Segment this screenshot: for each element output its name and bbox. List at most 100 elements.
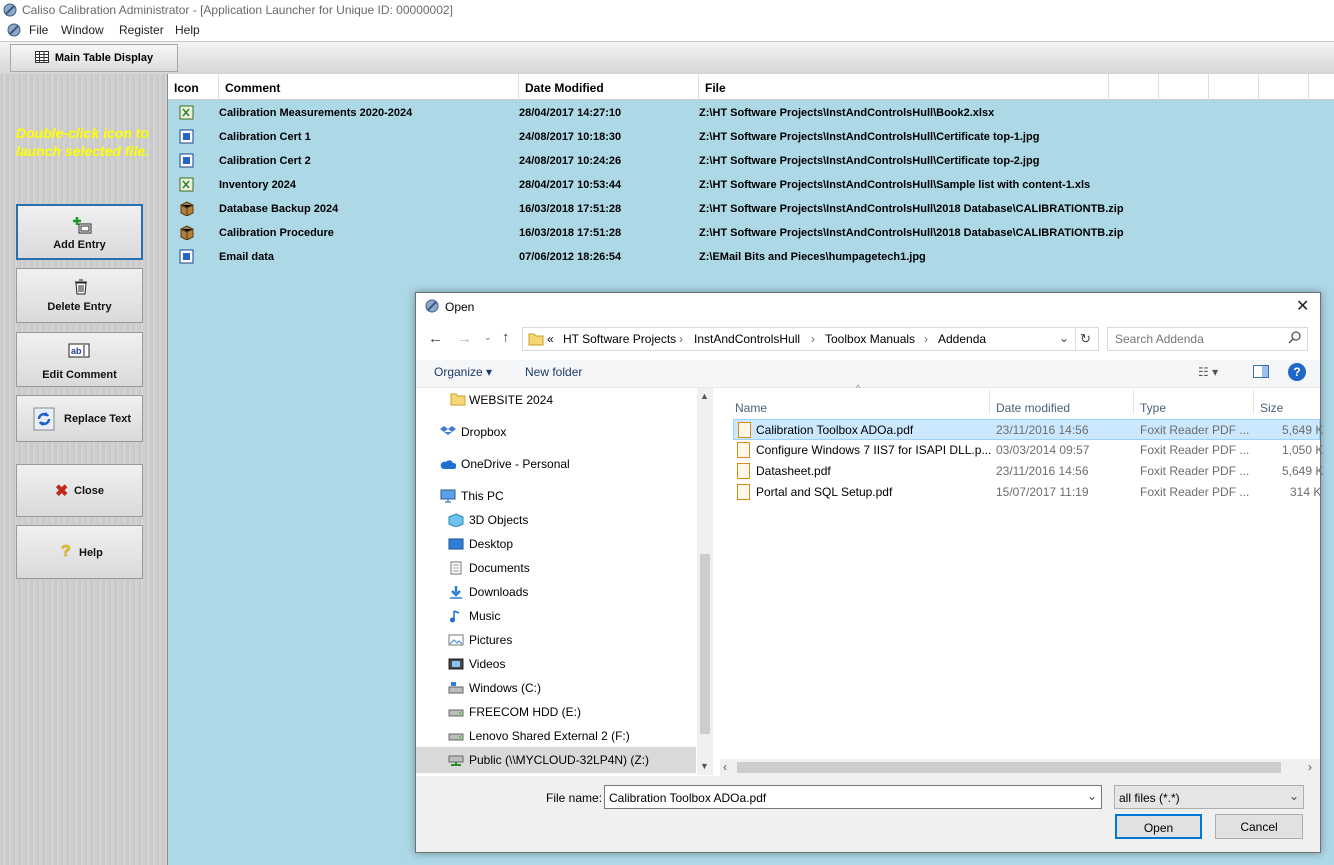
table-row[interactable]: Database Backup 2024 16/03/2018 17:51:28… [168,197,1334,221]
row-date: 28/04/2017 14:27:10 [519,107,622,119]
header-file[interactable]: File [699,74,1109,100]
scroll-down-icon[interactable]: ▼ [700,761,709,771]
row-file: Z:\HT Software Projects\InstAndControlsH… [699,107,995,119]
add-entry-icon [73,216,93,239]
main-table-display-button[interactable]: Main Table Display [10,44,178,72]
close-button[interactable]: ✖ Close [16,464,143,517]
nav-item-public-z[interactable]: Public (\\MYCLOUD-32LP4N) (Z:) [469,753,649,767]
breadcrumb-addenda[interactable]: Addenda [938,332,986,346]
file-row[interactable]: Portal and SQL Setup.pdf 15/07/2017 11:1… [733,482,1321,503]
main-table-display-label: Main Table Display [54,52,154,64]
file-row[interactable]: Calibration Toolbox ADOa.pdf 23/11/2016 … [733,419,1324,440]
drive-icon [448,705,464,719]
search-icon[interactable] [1288,331,1301,348]
app-title-bar: Caliso Calibration Administrator - [Appl… [0,0,1334,20]
header-extra-1 [1109,74,1159,100]
table-row[interactable]: Inventory 2024 28/04/2017 10:53:44 Z:\HT… [168,173,1334,197]
dialog-close-icon[interactable]: ✕ [1296,296,1309,316]
breadcrumb-ht-software-projects[interactable]: HT Software Projects [563,332,676,346]
delete-entry-label: Delete Entry [47,301,112,313]
menu-window[interactable]: Window [61,23,104,37]
filter-dropdown-icon[interactable]: ⌄ [1289,789,1299,803]
table-row[interactable]: Calibration Cert 1 24/08/2017 10:18:30 Z… [168,125,1334,149]
nav-scrollbar-thumb[interactable] [700,554,710,734]
refresh-icon[interactable]: ↻ [1080,331,1091,347]
table-row[interactable]: Email data 07/06/2012 18:26:54 Z:\EMail … [168,245,1334,269]
file-name-dropdown-icon[interactable]: ⌄ [1087,789,1097,803]
column-name[interactable]: Name [735,401,767,415]
scroll-left-icon[interactable]: ‹ [723,760,727,774]
forward-arrow-icon[interactable]: → [457,330,472,347]
file-date: 15/07/2017 11:19 [996,485,1089,499]
breadcrumb-toolbox-manuals[interactable]: Toolbox Manuals [825,332,915,346]
menu-file[interactable]: File [29,23,48,37]
nav-item-onedrive[interactable]: OneDrive - Personal [461,457,570,471]
organize-button[interactable]: Organize ▾ [434,365,492,379]
network-drive-icon [448,753,464,767]
nav-item-dropbox[interactable]: Dropbox [461,425,506,439]
up-arrow-icon[interactable]: ↑ [502,329,510,346]
file-size: 5,649 K [1282,423,1324,437]
help-icon[interactable]: ? [1288,363,1306,381]
address-bar[interactable]: « HT Software Projects › InstAndControls… [522,327,1099,351]
back-arrow-icon[interactable]: ← [428,330,443,347]
new-folder-button[interactable]: New folder [525,365,582,379]
nav-item-documents[interactable]: Documents [469,561,530,575]
search-placeholder: Search Addenda [1115,332,1204,346]
header-extra-4 [1259,74,1309,100]
search-input[interactable]: Search Addenda [1107,327,1308,351]
menu-help[interactable]: Help [175,23,200,37]
delete-entry-button[interactable]: Delete Entry [16,268,143,323]
nav-item-lenovo-shared[interactable]: Lenovo Shared External 2 (F:) [469,729,630,743]
table-row[interactable]: Calibration Measurements 2020-2024 28/04… [168,101,1334,125]
nav-item-3d-objects[interactable]: 3D Objects [469,513,528,527]
preview-pane-icon[interactable] [1253,365,1269,382]
scroll-up-icon[interactable]: ▲ [700,391,709,401]
recent-locations-chevron-icon[interactable]: ⌄ [484,332,492,343]
breadcrumb-overflow[interactable]: « [547,332,554,346]
file-name: Configure Windows 7 IIS7 for ISAPI DLL.p… [756,443,992,457]
desktop-icon [448,537,464,551]
add-entry-button[interactable]: Add Entry [16,204,143,260]
help-button[interactable]: ? Help [16,525,143,579]
view-options-icon[interactable]: ☷ ▾ [1198,365,1218,379]
pdf-file-icon [737,484,750,500]
menu-register[interactable]: Register [119,23,164,37]
open-button[interactable]: Open [1115,814,1202,839]
file-row[interactable]: Datasheet.pdf 23/11/2016 14:56 Foxit Rea… [733,461,1323,482]
header-date-modified[interactable]: Date Modified [519,74,699,100]
pictures-icon [448,633,464,647]
file-type: Foxit Reader PDF ... [1140,443,1250,457]
table-row[interactable]: Calibration Procedure 16/03/2018 17:51:2… [168,221,1334,245]
nav-item-downloads[interactable]: Downloads [469,585,528,599]
file-type: Foxit Reader PDF ... [1140,464,1250,478]
nav-item-this-pc[interactable]: This PC [461,489,504,503]
nav-item-windows-c[interactable]: Windows (C:) [469,681,541,695]
file-type-filter[interactable]: all files (*.*) ⌄ [1114,785,1304,809]
nav-item-videos[interactable]: Videos [469,657,505,671]
nav-item-pictures[interactable]: Pictures [469,633,512,647]
hscrollbar-thumb[interactable] [737,762,1281,773]
column-type[interactable]: Type [1140,401,1166,415]
cancel-button[interactable]: Cancel [1215,814,1303,839]
file-row[interactable]: Configure Windows 7 IIS7 for ISAPI DLL.p… [733,440,1323,461]
nav-item-website-2024[interactable]: WEBSITE 2024 [469,393,553,407]
header-icon[interactable]: Icon [168,74,219,100]
edit-comment-button[interactable]: ab Edit Comment [16,332,143,387]
file-name-value: Calibration Toolbox ADOa.pdf [609,791,767,805]
window-menu-icon[interactable] [6,22,22,38]
scroll-right-icon[interactable]: › [1308,760,1312,774]
file-name-input[interactable]: Calibration Toolbox ADOa.pdf ⌄ [604,785,1102,809]
nav-item-desktop[interactable]: Desktop [469,537,513,551]
header-comment[interactable]: Comment [219,74,519,100]
nav-item-freecom-hdd[interactable]: FREECOM HDD (E:) [469,705,581,719]
table-row[interactable]: Calibration Cert 2 24/08/2017 10:24:26 Z… [168,149,1334,173]
dropbox-icon [440,425,456,439]
address-dropdown-icon[interactable]: ⌄ [1059,331,1069,345]
column-size[interactable]: Size [1260,401,1283,415]
nav-item-music[interactable]: Music [469,609,500,623]
replace-text-button[interactable]: Replace Text [16,395,143,442]
add-entry-label: Add Entry [53,239,106,251]
breadcrumb-instandcontrolshull[interactable]: InstAndControlsHull [694,332,800,346]
column-date-modified[interactable]: Date modified [996,401,1070,415]
